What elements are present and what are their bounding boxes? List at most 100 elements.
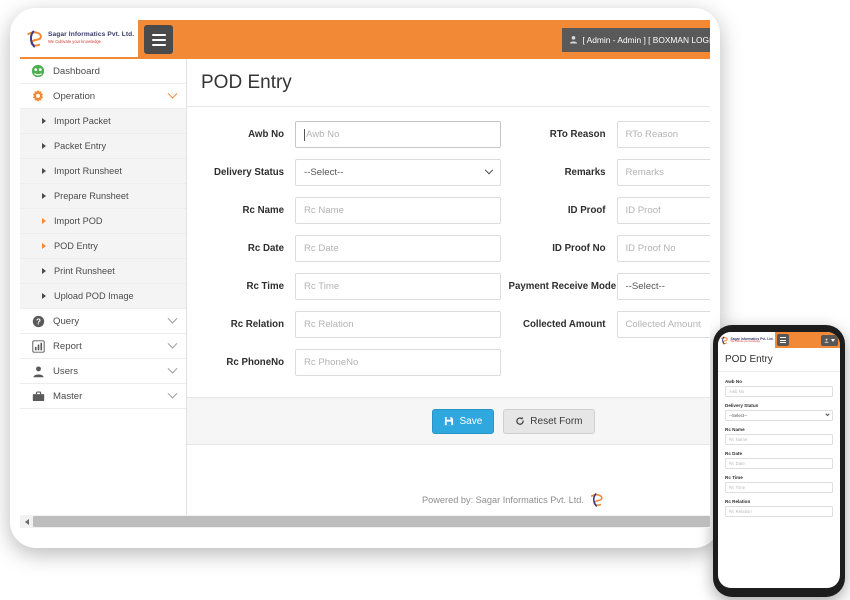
- sidebar-item-import-runsheet[interactable]: Import Runsheet: [20, 159, 186, 184]
- phone-field-label: Awb No: [725, 379, 743, 384]
- chevron-down-icon: [167, 363, 178, 374]
- phone-rc-date-input[interactable]: Rc Date: [725, 458, 833, 469]
- arrow-bullet-icon: [42, 243, 46, 249]
- field-rc-phoneno: Rc PhoneNo Rc PhoneNo: [187, 349, 509, 376]
- question-circle-icon: ?: [31, 314, 45, 328]
- rc-relation-input[interactable]: Rc Relation: [295, 311, 501, 338]
- sidebar-item-users[interactable]: Users: [20, 359, 186, 384]
- sidebar-item-upload-pod-image[interactable]: Upload POD Image: [20, 284, 186, 309]
- rc-date-input[interactable]: Rc Date: [295, 235, 501, 262]
- sidebar-item-report[interactable]: Report: [20, 334, 186, 359]
- sidebar-item-import-packet[interactable]: Import Packet: [20, 109, 186, 134]
- field-label: Remarks: [564, 167, 606, 178]
- rto-reason-input[interactable]: RTo Reason: [616, 121, 710, 148]
- user-icon: [31, 364, 45, 378]
- user-account-chip[interactable]: [ Admin - Admin ] [ BOXMAN LOGISTICS PVT…: [562, 27, 710, 52]
- field-rc-name: Rc Name Rc Name: [187, 197, 509, 224]
- sidebar-item-print-runsheet[interactable]: Print Runsheet: [20, 259, 186, 284]
- brand-logo[interactable]: Sagar Informatics Pvt. Ltd. We Cultivate…: [20, 20, 138, 59]
- phone-page-title: POD Entry: [718, 348, 840, 372]
- id-proof-no-input[interactable]: ID Proof No: [616, 235, 710, 262]
- field-label: Rc Relation: [230, 319, 284, 330]
- field-awb-no: Awb No Awb No: [187, 121, 509, 148]
- rc-time-input[interactable]: Rc Time: [295, 273, 501, 300]
- remarks-input[interactable]: Remarks: [616, 159, 710, 186]
- phone-delivery-status-select[interactable]: --Select--: [725, 410, 833, 421]
- delivery-status-select[interactable]: --Select--: [295, 159, 501, 186]
- sagar-logo-icon: [720, 336, 728, 344]
- field-label: ID Proof No: [552, 243, 606, 254]
- dashboard-icon: [31, 64, 45, 78]
- field-label: Rc Date: [247, 243, 284, 254]
- chevron-down-icon: [167, 338, 178, 349]
- phone-field-label: Rc Relation: [725, 499, 751, 504]
- payment-receive-mode-select[interactable]: --Select--: [616, 273, 710, 300]
- sidebar-item-prepare-runsheet[interactable]: Prepare Runsheet: [20, 184, 186, 209]
- field-remarks: Remarks Remarks: [509, 159, 710, 186]
- brand-name: Sagar Informatics Pvt. Ltd.: [48, 31, 135, 39]
- sidebar-item-import-pod[interactable]: Import POD: [20, 209, 186, 234]
- sidebar-item-label: Prepare Runsheet: [54, 191, 129, 201]
- sidebar-item-dashboard[interactable]: Dashboard: [20, 59, 186, 84]
- phone-topbar: Sagar Informatics Pvt. Ltd. We Cultivate…: [718, 332, 840, 348]
- collected-amount-input[interactable]: Collected Amount: [616, 311, 710, 338]
- sidebar-item-query[interactable]: ? Query: [20, 309, 186, 334]
- pod-entry-form-card: Awb No Awb No Delivery Status --Select--…: [187, 107, 710, 445]
- save-button[interactable]: Save: [432, 408, 495, 434]
- browser-window: Sagar Informatics Pvt. Ltd. We Cultivate…: [10, 8, 720, 548]
- field-rc-relation: Rc Relation Rc Relation: [187, 311, 509, 338]
- arrow-bullet-icon: [42, 193, 46, 199]
- phone-field-rc-time: Rc Time Rc Time: [725, 475, 833, 493]
- sidebar-item-label: POD Entry: [54, 241, 98, 251]
- sagar-logo-icon: [590, 493, 603, 507]
- phone-field-delivery-status: Delivery Status --Select--: [725, 403, 833, 421]
- sidebar-item-pod-entry[interactable]: POD Entry: [20, 234, 186, 259]
- field-label: Delivery Status: [214, 167, 284, 178]
- chevron-down-icon: [167, 388, 178, 399]
- arrow-bullet-icon: [42, 293, 46, 299]
- phone-brand-tagline: We Cultivate your knowledge: [730, 341, 761, 343]
- phone-field-rc-name: Rc Name Rc Name: [725, 427, 833, 445]
- hamburger-menu-icon[interactable]: [144, 25, 173, 54]
- select-value: --Select--: [625, 281, 665, 292]
- rc-phoneno-input[interactable]: Rc PhoneNo: [295, 349, 501, 376]
- sidebar-item-label: Import Runsheet: [54, 166, 122, 176]
- phone-brand-logo[interactable]: Sagar Informatics Pvt. Ltd. We Cultivate…: [718, 332, 776, 348]
- phone-field-label: Rc Name: [725, 427, 745, 432]
- field-label: Collected Amount: [522, 319, 606, 330]
- brand-tagline: We Cultivate your knowledge: [48, 39, 101, 45]
- arrow-bullet-icon: [42, 168, 46, 174]
- chevron-down-icon: [484, 165, 493, 174]
- scrollbar-thumb[interactable]: [33, 516, 710, 527]
- svg-text:?: ?: [36, 317, 41, 326]
- hamburger-menu-icon[interactable]: [777, 334, 790, 346]
- awb-no-input[interactable]: Awb No: [295, 121, 501, 148]
- phone-rc-relation-input[interactable]: Rc Relation: [725, 506, 833, 517]
- horizontal-scrollbar[interactable]: [20, 515, 710, 528]
- scroll-left-arrow-icon[interactable]: [20, 515, 33, 528]
- form-actions: Save Reset Form: [187, 397, 710, 444]
- field-label: Rc Name: [242, 205, 284, 216]
- id-proof-input[interactable]: ID Proof: [616, 197, 710, 224]
- sidebar-item-operation[interactable]: Operation: [20, 84, 186, 109]
- chevron-down-icon: [167, 88, 178, 99]
- rc-name-input[interactable]: Rc Name: [295, 197, 501, 224]
- sidebar-item-packet-entry[interactable]: Packet Entry: [20, 134, 186, 159]
- form-grid: Awb No Awb No Delivery Status --Select--…: [187, 107, 710, 397]
- phone-rc-name-input[interactable]: Rc Name: [725, 434, 833, 445]
- sidebar-item-label: Import Packet: [54, 116, 111, 126]
- sidebar-item-master[interactable]: Master: [20, 384, 186, 409]
- sidebar-item-label: Report: [53, 340, 82, 352]
- phone-awb-no-input[interactable]: Awb No: [725, 386, 833, 397]
- caret-down-icon: [831, 338, 835, 342]
- phone-field-label: Rc Date: [725, 451, 743, 456]
- phone-user-menu[interactable]: [821, 334, 838, 346]
- page-footer: Powered by: Sagar Informatics Pvt. Ltd.: [187, 492, 710, 508]
- save-button-label: Save: [459, 415, 483, 427]
- reset-form-button[interactable]: Reset Form: [503, 408, 595, 434]
- phone-field-awb-no: Awb No Awb No: [725, 379, 833, 397]
- phone-rc-time-input[interactable]: Rc Time: [725, 482, 833, 493]
- field-rc-time: Rc Time Rc Time: [187, 273, 509, 300]
- sidebar-item-label: Query: [53, 315, 80, 327]
- field-label: ID Proof: [567, 205, 606, 216]
